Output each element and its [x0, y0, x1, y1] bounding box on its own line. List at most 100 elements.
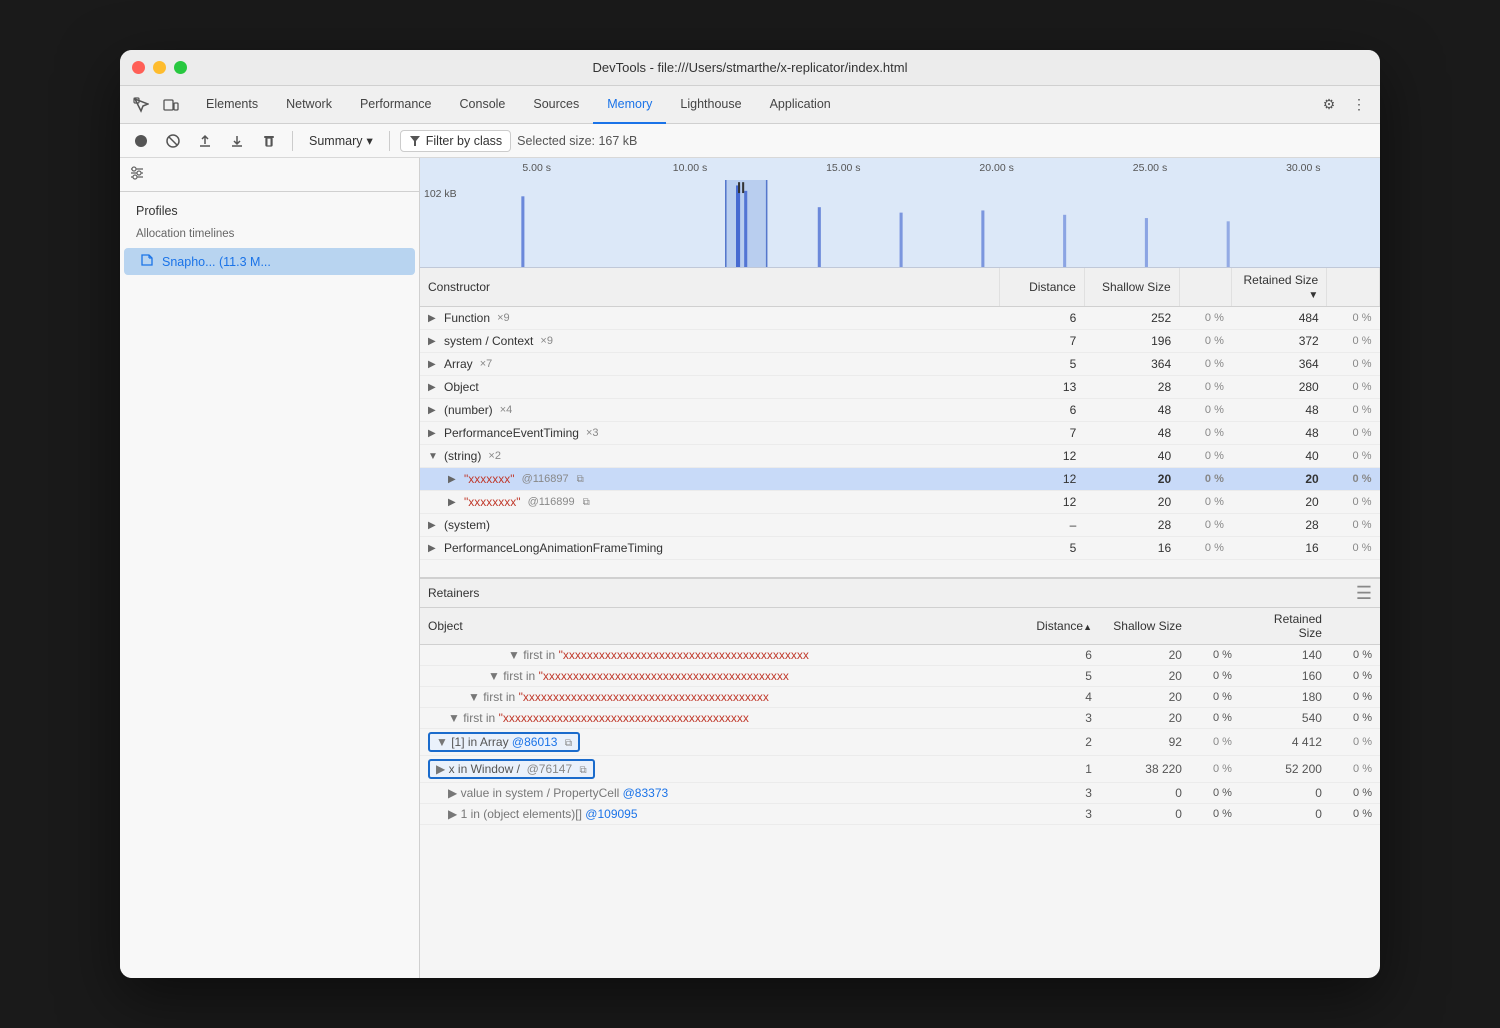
selected-size-label: Selected size: 167 kB — [517, 134, 637, 148]
record-button[interactable] — [128, 128, 154, 154]
timeline-area: 102 kB 5.00 s 10.00 s 15.00 s 20.00 s 25… — [420, 158, 1380, 268]
selected-retainer-box: ▼ [1] in Array @86013 ⧉ — [428, 732, 580, 752]
timeline-label-2: 15.00 s — [767, 162, 920, 174]
table-row[interactable]: ▶Object 13 28 0 % 280 0 % — [420, 376, 1380, 399]
window-title: DevTools - file:///Users/stmarthe/x-repl… — [593, 60, 908, 75]
th-retained-pct — [1327, 268, 1380, 307]
expand-arrow[interactable]: ▶ — [428, 313, 440, 324]
retainers-table: Object Distance▲ Shallow Size Retained S… — [420, 608, 1380, 825]
nav-bar: Elements Network Performance Console Sou… — [120, 86, 1380, 124]
rth-distance[interactable]: Distance▲ — [1020, 608, 1100, 645]
retainer-row[interactable]: ▶ value in system / PropertyCell @83373 … — [420, 783, 1380, 804]
timeline-label-1: 10.00 s — [613, 162, 766, 174]
table-row[interactable]: ▶(system) – 28 0 % 28 0 % — [420, 514, 1380, 537]
snapshot-label: Snapho... (11.3 M... — [162, 255, 271, 269]
snapshot-item[interactable]: Snapho... (11.3 M... — [124, 248, 415, 275]
expand-arrow[interactable]: ▼ — [428, 451, 440, 462]
timeline-y-label: 102 kB — [424, 188, 457, 200]
tab-network[interactable]: Network — [272, 86, 346, 124]
constructor-table-container: Constructor Distance Shallow Size Retain… — [420, 268, 1380, 578]
table-row-highlighted[interactable]: ▶"xxxxxxx" @116897⧉ 12 20 0 % 20 0 % — [420, 468, 1380, 491]
devtools-window: DevTools - file:///Users/stmarthe/x-repl… — [120, 50, 1380, 978]
right-panel: 102 kB 5.00 s 10.00 s 15.00 s 20.00 s 25… — [420, 158, 1380, 978]
clear-button[interactable] — [160, 128, 186, 154]
filter-by-class-button[interactable]: Filter by class — [400, 130, 511, 152]
retainer-row[interactable]: ▼ first in "xxxxxxxxxxxxxxxxxxxxxxxxxxxx… — [420, 687, 1380, 708]
minimize-button[interactable] — [153, 61, 166, 74]
sidebar-toolbar — [120, 158, 419, 192]
th-shallow-pct — [1179, 268, 1232, 307]
table-row[interactable]: ▶Function ×9 6 252 0 % 484 0 % — [420, 307, 1380, 330]
retainers-table-container: Object Distance▲ Shallow Size Retained S… — [420, 608, 1380, 978]
table-row[interactable]: ▶(number) ×4 6 48 0 % 48 0 % — [420, 399, 1380, 422]
expand-arrow[interactable]: ▶ — [428, 520, 440, 531]
table-row[interactable]: ▶"xxxxxxxx" @116899⧉ 12 20 0 % 20 0 % — [420, 491, 1380, 514]
tab-performance[interactable]: Performance — [346, 86, 446, 124]
expand-arrow[interactable]: ▶ — [428, 428, 440, 439]
snapshot-icon — [140, 253, 154, 270]
retainer-row-selected[interactable]: ▼ [1] in Array @86013 ⧉ 2 92 0 % 4 412 0… — [420, 729, 1380, 756]
expand-arrow[interactable]: ▶ — [428, 336, 440, 347]
rth-retained-pct — [1330, 608, 1380, 645]
table-row[interactable]: ▶system / Context ×9 7 196 0 % 372 0 % — [420, 330, 1380, 353]
table-row[interactable]: ▼(string) ×2 12 40 0 % 40 0 % — [420, 445, 1380, 468]
timeline-labels: 5.00 s 10.00 s 15.00 s 20.00 s 25.00 s 3… — [460, 162, 1380, 174]
retainer-row[interactable]: ▼ first in "xxxxxxxxxxxxxxxxxxxxxxxxxxxx… — [420, 708, 1380, 729]
nav-icons-group — [128, 92, 184, 118]
copy-icon[interactable]: ⧉ — [577, 474, 584, 485]
retainer-row[interactable]: ▼ first in "xxxxxxxxxxxxxxxxxxxxxxxxxxxx… — [420, 645, 1380, 666]
toolbar: Summary ▾ Filter by class Selected size:… — [120, 124, 1380, 158]
tab-memory[interactable]: Memory — [593, 86, 666, 124]
timeline-label-4: 25.00 s — [1073, 162, 1226, 174]
summary-dropdown[interactable]: Summary ▾ — [303, 130, 379, 151]
tab-console[interactable]: Console — [446, 86, 520, 124]
copy-icon-retainer2[interactable]: ⧉ — [579, 765, 586, 776]
table-row[interactable]: ▶Array ×7 5 364 0 % 364 0 % — [420, 353, 1380, 376]
rth-retained: Retained Size — [1240, 608, 1330, 645]
garbage-button[interactable] — [256, 128, 282, 154]
th-retained-size[interactable]: Retained Size ▼ — [1232, 268, 1327, 307]
tab-sources[interactable]: Sources — [519, 86, 593, 124]
table-row[interactable]: ▶PerformanceLongAnimationFrameTiming 5 1… — [420, 537, 1380, 560]
expand-arrow[interactable]: ▶ — [428, 405, 440, 416]
constructor-table: Constructor Distance Shallow Size Retain… — [420, 268, 1380, 560]
timeline-label-0: 5.00 s — [460, 162, 613, 174]
retainers-section: Retainers ☰ Object Distance▲ Shallow Siz… — [420, 578, 1380, 978]
more-icon[interactable]: ⋮ — [1346, 92, 1372, 118]
inspect-icon[interactable] — [128, 92, 154, 118]
title-bar: DevTools - file:///Users/stmarthe/x-repl… — [120, 50, 1380, 86]
profiles-header: Profiles — [120, 192, 419, 224]
upload-button[interactable] — [192, 128, 218, 154]
table-row[interactable]: ▶PerformanceEventTiming ×3 7 48 0 % 48 0… — [420, 422, 1380, 445]
allocation-label: Allocation timelines — [120, 224, 419, 248]
th-distance[interactable]: Distance — [1000, 268, 1084, 307]
download-button[interactable] — [224, 128, 250, 154]
tab-application[interactable]: Application — [756, 86, 845, 124]
copy-icon[interactable]: ⧉ — [583, 497, 590, 508]
expand-arrow[interactable]: ▶ — [428, 543, 440, 554]
rth-object: Object — [420, 608, 1020, 645]
rth-shallow: Shallow Size — [1100, 608, 1190, 645]
tab-elements[interactable]: Elements — [192, 86, 272, 124]
device-toggle-icon[interactable] — [158, 92, 184, 118]
close-button[interactable] — [132, 61, 145, 74]
th-shallow-size: Shallow Size — [1084, 268, 1179, 307]
settings-icon[interactable]: ⚙ — [1316, 92, 1342, 118]
retainer-row[interactable]: ▶ 1 in (object elements)[] @109095 3 0 0… — [420, 804, 1380, 825]
expand-arrow[interactable]: ▶ — [428, 359, 440, 370]
th-constructor: Constructor — [420, 268, 1000, 307]
expand-arrow[interactable]: ▶ — [448, 474, 460, 485]
filter-sliders-icon[interactable] — [130, 166, 144, 183]
copy-icon-retainer[interactable]: ⧉ — [565, 738, 572, 749]
timeline-label-5: 30.00 s — [1227, 162, 1380, 174]
retainer-row-selected2[interactable]: ▶ x in Window / @76147 ⧉ 1 38 220 0 % 52… — [420, 756, 1380, 783]
expand-arrow[interactable]: ▶ — [448, 497, 460, 508]
tab-lighthouse[interactable]: Lighthouse — [666, 86, 755, 124]
retainer-row[interactable]: ▼ first in "xxxxxxxxxxxxxxxxxxxxxxxxxxxx… — [420, 666, 1380, 687]
timeline-canvas[interactable] — [460, 180, 1380, 267]
expand-arrow[interactable]: ▶ — [428, 382, 440, 393]
toolbar-divider — [292, 131, 293, 151]
window-controls — [132, 61, 187, 74]
maximize-button[interactable] — [174, 61, 187, 74]
toolbar-divider2 — [389, 131, 390, 151]
